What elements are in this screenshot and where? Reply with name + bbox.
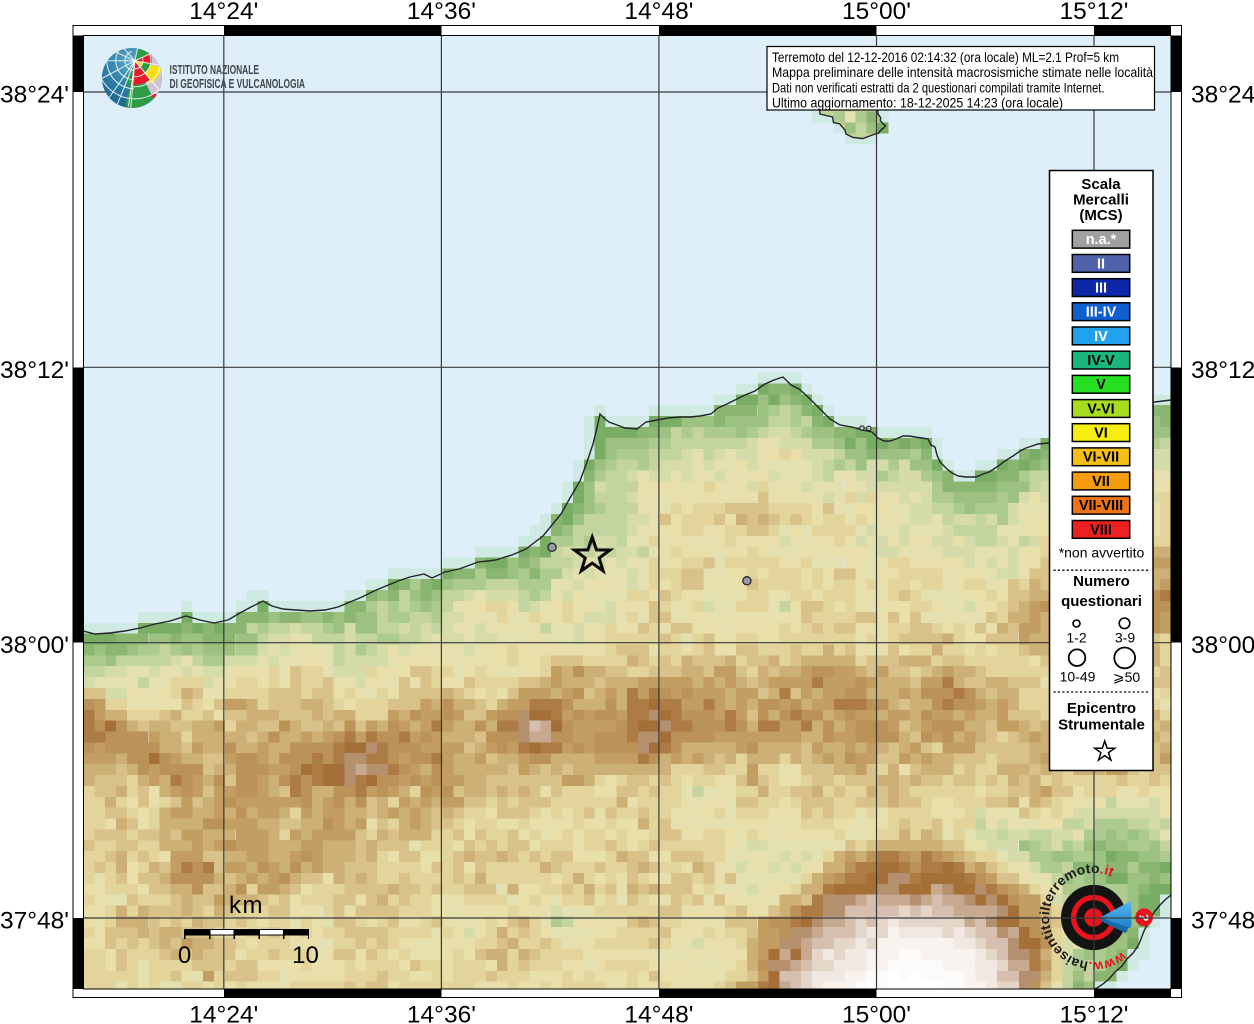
svg-text:questionari: questionari <box>1061 593 1142 610</box>
svg-text:Numero: Numero <box>1073 573 1130 590</box>
svg-text:14°24': 14°24' <box>189 0 258 25</box>
svg-text:km: km <box>229 892 264 919</box>
svg-text:1-2: 1-2 <box>1066 630 1086 646</box>
svg-text:14°48': 14°48' <box>624 1002 693 1024</box>
svg-text:15°00': 15°00' <box>842 1002 911 1024</box>
svg-text:38°00': 38°00' <box>0 632 69 659</box>
svg-text:Dati non verificati estratti d: Dati non verificati estratti da 2 questi… <box>772 79 1105 95</box>
svg-text:IV-V: IV-V <box>1087 353 1115 369</box>
svg-text:10: 10 <box>292 942 319 969</box>
svg-text:10-49: 10-49 <box>1060 669 1096 685</box>
svg-text:15°12': 15°12' <box>1060 1002 1129 1024</box>
svg-text:VIII: VIII <box>1090 522 1112 538</box>
svg-text:Strumentale: Strumentale <box>1058 717 1145 734</box>
svg-text:IV: IV <box>1094 329 1108 345</box>
svg-text:Ultimo aggiornamento: 18-12-20: Ultimo aggiornamento: 18-12-2025 14:23 (… <box>772 95 1063 111</box>
svg-text:38°24': 38°24' <box>0 82 69 109</box>
svg-text:Mercalli: Mercalli <box>1073 192 1129 209</box>
svg-text:III: III <box>1095 281 1107 297</box>
svg-text:VI-VII: VI-VII <box>1083 450 1119 466</box>
svg-text:ISTITUTO NAZIONALE: ISTITUTO NAZIONALE <box>170 63 260 77</box>
svg-text:⩾50: ⩾50 <box>1113 669 1141 685</box>
svg-text:DI GEOFISICA E VULCANOLOGIA: DI GEOFISICA E VULCANOLOGIA <box>170 77 306 91</box>
svg-text:V-VI: V-VI <box>1087 401 1114 417</box>
svg-text:15°00': 15°00' <box>842 0 911 25</box>
svg-text:(MCS): (MCS) <box>1079 207 1122 224</box>
svg-text:38°12': 38°12' <box>0 357 69 384</box>
svg-text:II: II <box>1097 256 1105 272</box>
svg-text:V: V <box>1096 377 1106 393</box>
svg-text:VI: VI <box>1094 426 1108 442</box>
svg-text:38°24': 38°24' <box>1191 82 1254 109</box>
svg-text:VII-VIII: VII-VIII <box>1079 498 1123 514</box>
svg-text:14°36': 14°36' <box>407 1002 476 1024</box>
svg-text:38°00': 38°00' <box>1191 632 1254 659</box>
svg-text:38°12': 38°12' <box>1191 357 1254 384</box>
svg-text:14°24': 14°24' <box>189 1002 258 1024</box>
svg-text:15°12': 15°12' <box>1060 0 1129 25</box>
svg-text:III-IV: III-IV <box>1086 305 1117 321</box>
svg-text:Scala: Scala <box>1081 176 1121 193</box>
svg-text:0: 0 <box>178 942 191 969</box>
svg-text:14°48': 14°48' <box>624 0 693 25</box>
svg-text:37°48': 37°48' <box>0 908 69 935</box>
svg-text:*non avvertito: *non avvertito <box>1059 545 1145 561</box>
svg-text:3-9: 3-9 <box>1115 630 1135 646</box>
svg-text:n.a.*: n.a.* <box>1086 232 1117 248</box>
svg-text:VII: VII <box>1092 474 1110 490</box>
svg-text:Epicentro: Epicentro <box>1067 700 1136 717</box>
svg-text:14°36': 14°36' <box>407 0 476 25</box>
svg-text:Mappa preliminare delle intens: Mappa preliminare delle intensità macros… <box>772 64 1153 80</box>
svg-text:37°48': 37°48' <box>1191 908 1254 935</box>
svg-text:Terremoto del 12-12-2016 02:14: Terremoto del 12-12-2016 02:14:32 (ora l… <box>772 49 1119 65</box>
